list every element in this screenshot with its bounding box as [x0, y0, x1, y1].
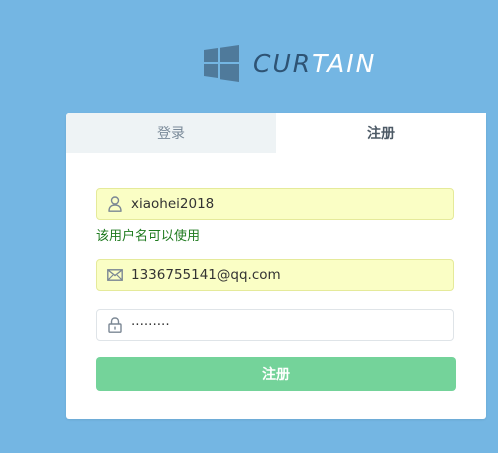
username-input[interactable] — [131, 196, 453, 212]
tab-register[interactable]: 注册 — [276, 113, 486, 153]
username-available-hint: 该用户名可以使用 — [96, 229, 201, 244]
register-button[interactable]: 注册 — [96, 357, 456, 391]
tab-login[interactable]: 登录 — [66, 113, 276, 153]
mail-icon — [107, 267, 123, 283]
brand-name: CURTAIN — [253, 49, 376, 78]
email-field[interactable] — [96, 259, 454, 291]
username-field[interactable] — [96, 188, 454, 220]
password-input[interactable] — [131, 317, 453, 333]
email-input[interactable] — [131, 267, 453, 283]
lock-icon — [107, 317, 123, 333]
brand-name-part2: TAIN — [312, 48, 377, 78]
password-field[interactable] — [96, 309, 454, 341]
brand-name-part1: CUR — [253, 48, 313, 78]
brand: CURTAIN — [204, 44, 376, 82]
auth-card: 登录 注册 该用户名可以使用 — [66, 113, 486, 419]
windows-logo-icon — [204, 44, 239, 82]
auth-tabs: 登录 注册 — [66, 113, 486, 153]
user-icon — [107, 196, 123, 212]
